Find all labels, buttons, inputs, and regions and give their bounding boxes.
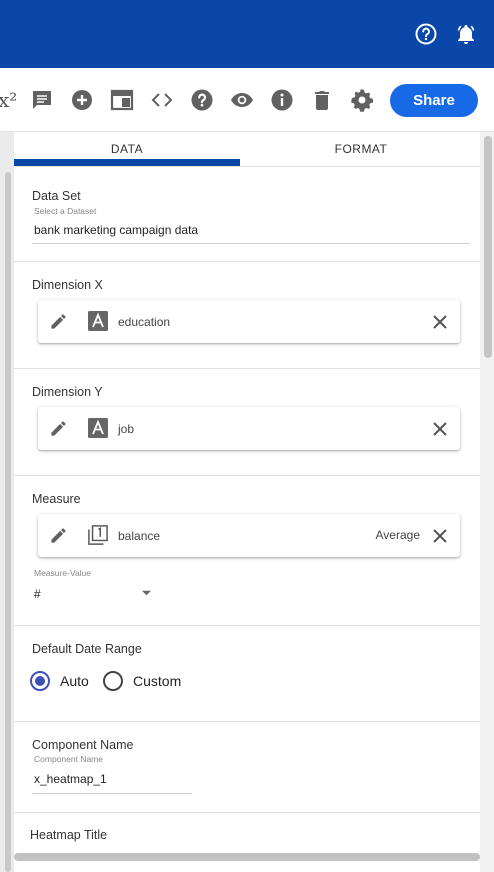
dimension-y-field: job (118, 422, 135, 436)
text-type-icon (88, 311, 108, 331)
measure-field: balance (118, 529, 161, 543)
component-name-section: Component Name Component Name x_heatmap_… (14, 722, 480, 813)
heatmap-title-section: Heatmap Title (14, 813, 480, 872)
dimension-x-section: Dimension X education (14, 262, 480, 369)
share-button[interactable]: Share (390, 84, 478, 117)
date-range-section: Default Date Range Auto Custom (14, 626, 480, 722)
chevron-down-icon[interactable] (142, 590, 151, 596)
code-icon[interactable] (150, 88, 174, 112)
measure-label: Measure (32, 492, 81, 506)
tab-data[interactable]: DATA (14, 142, 240, 156)
app-header (0, 0, 494, 68)
add-circle-icon[interactable] (70, 88, 94, 112)
date-range-label: Default Date Range (32, 642, 142, 656)
panel-tabs: DATA FORMAT (14, 132, 480, 167)
numeric-type-icon (88, 525, 108, 545)
left-scrollbar-track[interactable] (5, 172, 11, 872)
radio-auto[interactable] (30, 671, 50, 691)
close-icon[interactable] (432, 314, 448, 330)
component-name-sublabel: Component Name (34, 754, 103, 764)
component-name-input[interactable]: x_heatmap_1 (34, 772, 107, 786)
scrollbar-thumb[interactable] (484, 136, 492, 358)
dimension-y-section: Dimension Y job (14, 369, 480, 476)
delete-icon[interactable] (310, 88, 334, 112)
comment-icon[interactable] (30, 88, 54, 112)
radio-auto-label[interactable]: Auto (60, 673, 89, 689)
radio-custom-label[interactable]: Custom (133, 673, 181, 689)
close-icon[interactable] (432, 421, 448, 437)
component-name-label: Component Name (32, 738, 134, 752)
measure-value-select[interactable]: # (34, 587, 41, 601)
text-type-icon (88, 418, 108, 438)
dimension-x-chip[interactable]: education (38, 300, 460, 343)
measure-value-label: Measure-Value (34, 568, 92, 578)
edit-icon[interactable] (49, 419, 68, 438)
heatmap-title-label: Heatmap Title (30, 828, 108, 842)
close-icon[interactable] (432, 528, 448, 544)
dataset-sublabel: Select a Dataset (34, 206, 97, 216)
right-scrollbar[interactable] (480, 132, 494, 872)
info-icon[interactable] (270, 88, 294, 112)
visibility-icon[interactable] (230, 88, 254, 112)
settings-icon[interactable] (350, 88, 374, 112)
edit-icon[interactable] (49, 312, 68, 331)
help-icon[interactable] (190, 88, 214, 112)
formula-label[interactable]: x² (0, 88, 17, 112)
help-circle-icon[interactable] (414, 22, 438, 46)
dimension-x-field: education (118, 315, 171, 329)
dataset-select[interactable]: bank marketing campaign data (34, 223, 198, 237)
edit-icon[interactable] (49, 526, 68, 545)
dataset-label: Data Set (32, 189, 81, 203)
measure-section: Measure balance Average Measure-Value # (14, 476, 480, 626)
window-icon[interactable] (110, 88, 134, 112)
radio-custom[interactable] (103, 671, 123, 691)
active-tab-indicator (14, 159, 240, 166)
aggregation-label[interactable]: Average (376, 528, 420, 542)
horizontal-scrollbar[interactable] (14, 853, 480, 861)
dimension-y-chip[interactable]: job (38, 407, 460, 450)
dataset-section: Data Set Select a Dataset bank marketing… (14, 168, 480, 262)
dataset-underline (32, 243, 470, 244)
tab-format[interactable]: FORMAT (248, 142, 474, 156)
dimension-y-label: Dimension Y (32, 385, 103, 399)
properties-panel: DATA FORMAT Data Set Select a Dataset ba… (14, 132, 480, 872)
bell-icon[interactable] (454, 22, 478, 46)
left-scrollbar[interactable] (0, 132, 14, 872)
component-name-underline (32, 793, 192, 794)
dimension-x-label: Dimension X (32, 278, 103, 292)
measure-chip[interactable]: balance Average (38, 514, 460, 557)
